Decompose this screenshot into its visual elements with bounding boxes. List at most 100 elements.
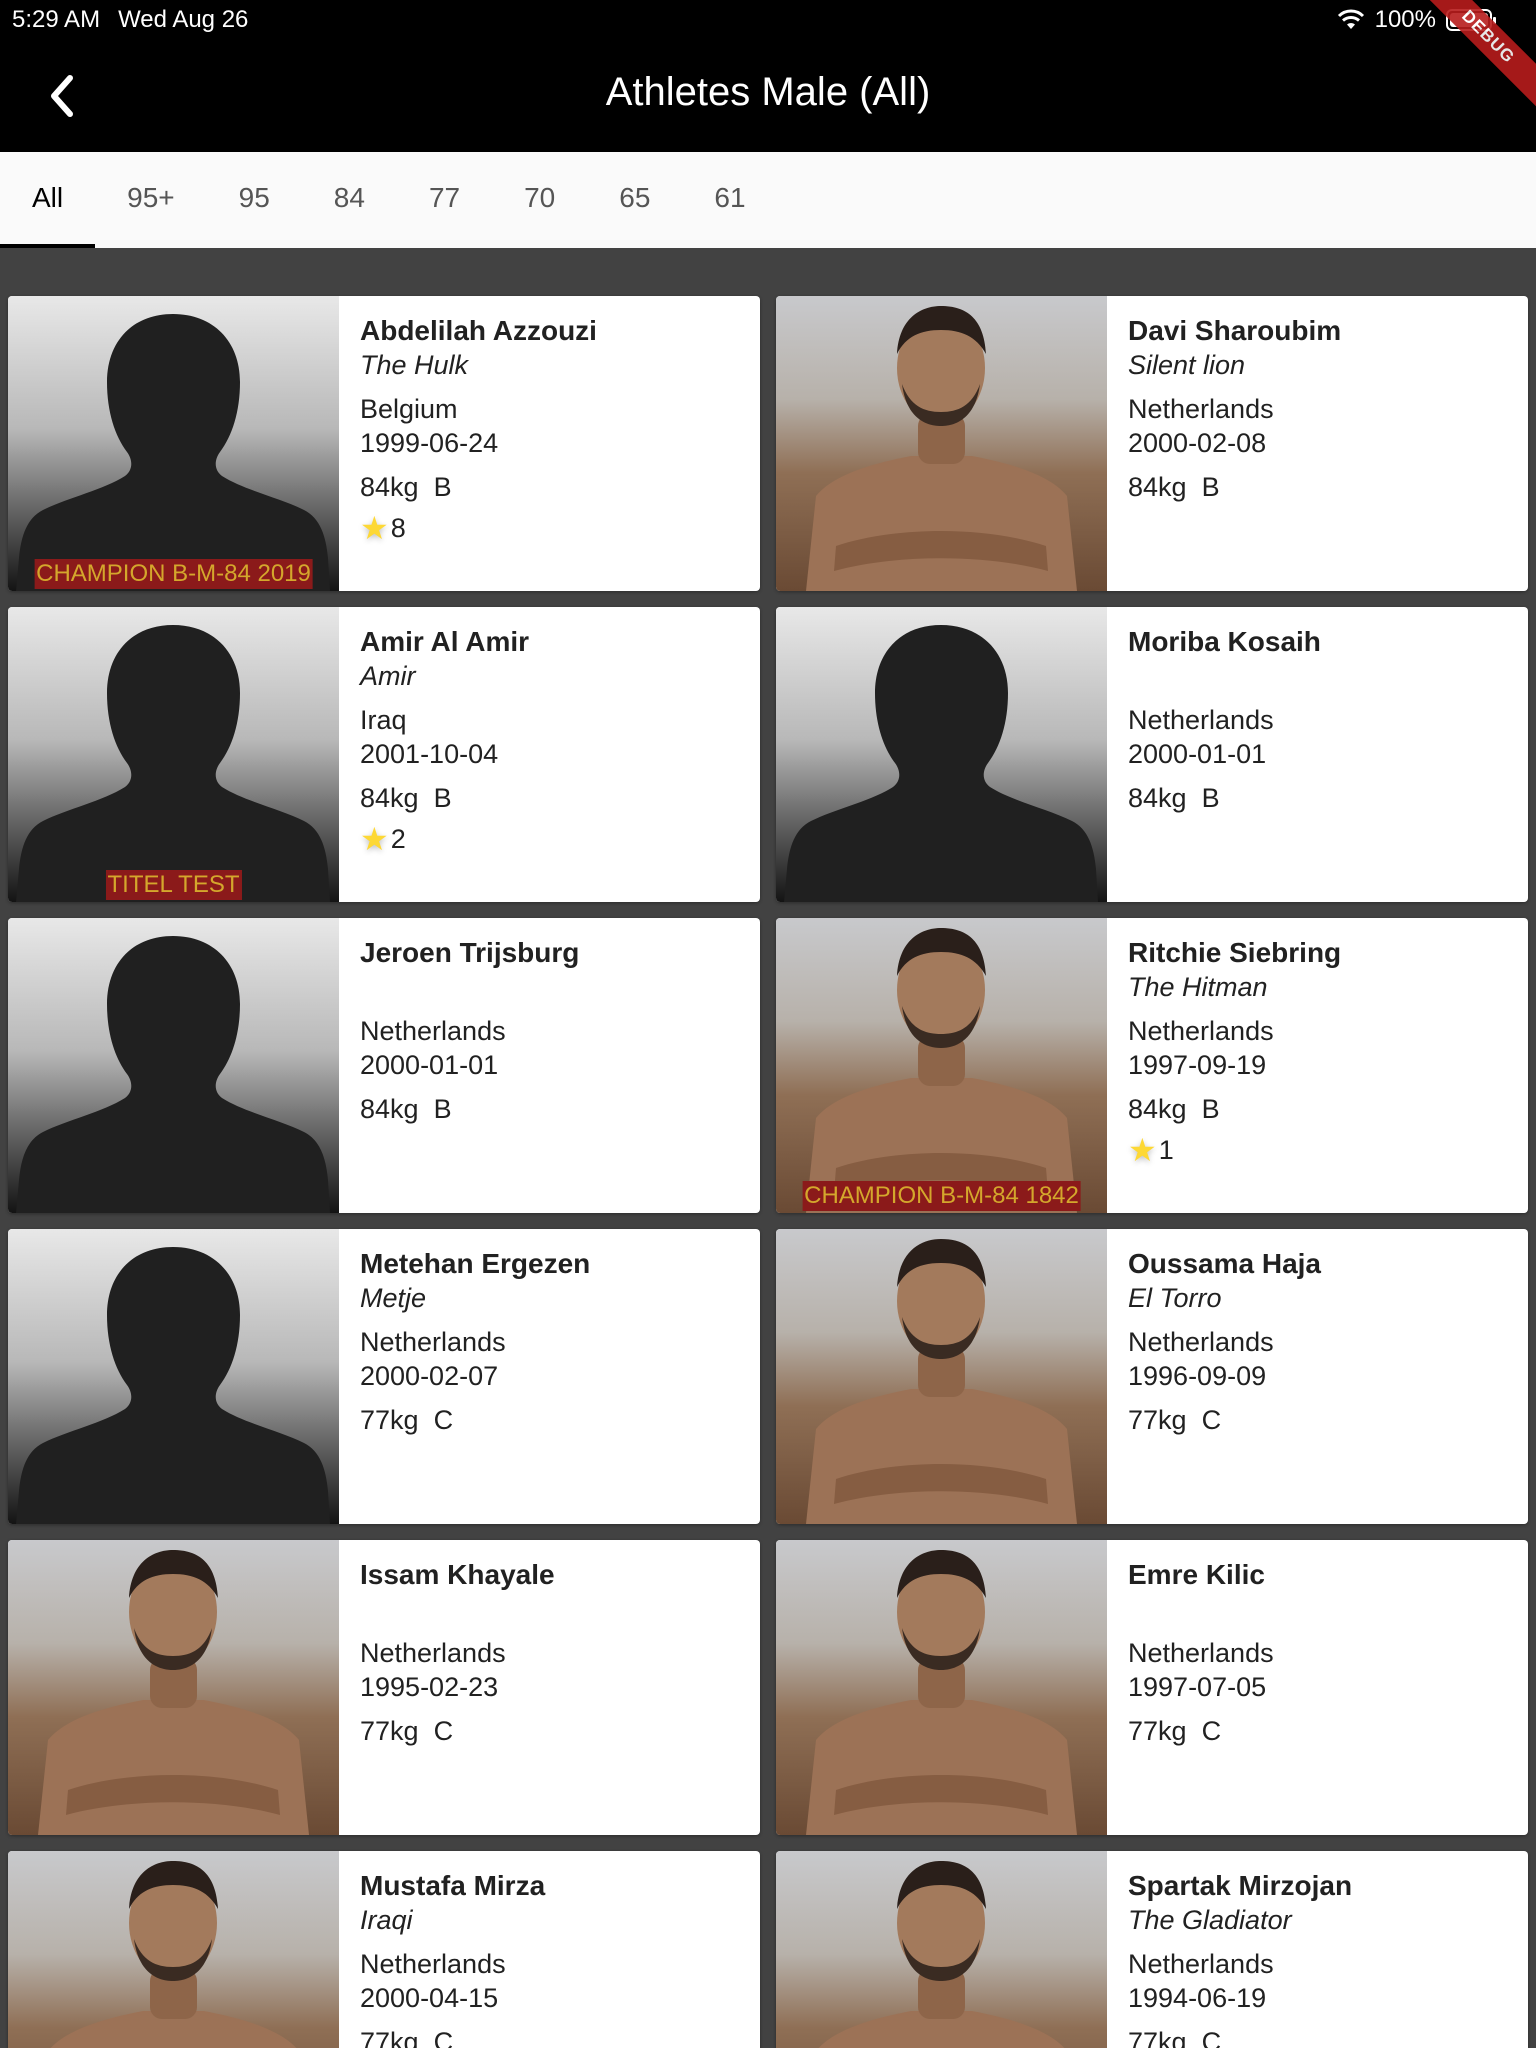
tab-77[interactable]: 77: [397, 152, 492, 248]
athlete-nickname: [360, 1592, 760, 1626]
title-badge: CHAMPION B-M-84 2019: [34, 559, 313, 589]
athlete-photo-container: [8, 1229, 339, 1524]
athlete-class: C: [433, 1716, 454, 1746]
athlete-class: C: [1201, 1716, 1222, 1746]
athlete-nickname: The Hitman: [1128, 972, 1268, 1002]
athlete-weight-class: 84kg B: [360, 470, 760, 504]
athlete-weight-class: 77kg C: [1128, 1714, 1528, 1748]
athlete-dob: 2000-02-08: [1128, 428, 1267, 458]
athlete-weight: 77kg: [360, 1716, 419, 1746]
athlete-dob: 2000-01-01: [1128, 739, 1267, 769]
athlete-weight-class: 77kg C: [1128, 1403, 1528, 1437]
athlete-info: Abdelilah Azzouzi The Hulk Belgium 1999-06-…: [339, 296, 760, 591]
tab-84[interactable]: 84: [302, 152, 397, 248]
athlete-weight-class: 77kg C: [360, 2025, 760, 2048]
athlete-photo-container: CHAMPION B-M-84 2019: [8, 296, 339, 591]
athlete-class: C: [433, 2027, 454, 2048]
athlete-nickname: [1128, 1592, 1528, 1626]
athlete-photo-container: [776, 1229, 1107, 1524]
athlete-class: B: [433, 1094, 452, 1124]
tab-61[interactable]: 61: [682, 152, 777, 248]
athlete-info: Metehan Ergezen Metje Netherlands 2000-02-0…: [339, 1229, 760, 1524]
athlete-nickname: El Torro: [1128, 1283, 1222, 1313]
avatar-placeholder-icon: [784, 625, 1098, 902]
athlete-weight-class: 84kg B: [1128, 470, 1528, 504]
athlete-nickname: The Hulk: [360, 350, 469, 380]
athlete-card[interactable]: Spartak Mirzojan The Gladiator Netherlands…: [776, 1851, 1528, 2048]
athlete-weight-class: 77kg C: [360, 1403, 760, 1437]
tab-all[interactable]: All: [0, 152, 96, 248]
athlete-class: B: [433, 783, 452, 813]
athlete-card[interactable]: Davi Sharoubim Silent lion Netherlands 2000…: [776, 296, 1528, 591]
athlete-nickname: Iraqi: [360, 1905, 413, 1935]
athlete-country: Netherlands: [360, 1327, 506, 1357]
athlete-country: Netherlands: [1128, 1016, 1274, 1046]
athlete-dob: 2000-01-01: [360, 1050, 499, 1080]
athlete-grid: CHAMPION B-M-84 2019 Abdelilah Azzouzi The…: [8, 296, 1528, 2048]
athlete-class: B: [1201, 783, 1220, 813]
athlete-card[interactable]: Mustafa Mirza Iraqi Netherlands 2000-04-15 7…: [8, 1851, 760, 2048]
athlete-info: Issam Khayale Netherlands 1995-02-23 77kg C: [339, 1540, 760, 1835]
tab-95[interactable]: 95: [207, 152, 302, 248]
tab-70[interactable]: 70: [492, 152, 587, 248]
athlete-weight: 77kg: [360, 1405, 419, 1435]
athlete-class: B: [433, 472, 452, 502]
athlete-info: Oussama Haja El Torro Netherlands 1996-09-0…: [1107, 1229, 1528, 1524]
athlete-photo-container: [776, 1851, 1107, 2048]
athlete-info: Mustafa Mirza Iraqi Netherlands 2000-04-15 7…: [339, 1851, 760, 2048]
athlete-photo: [806, 306, 1077, 591]
athlete-weight-class: 77kg C: [360, 1714, 760, 1748]
athlete-name: Jeroen Trijsburg: [360, 937, 580, 968]
athlete-info: Spartak Mirzojan The Gladiator Netherlands…: [1107, 1851, 1528, 2048]
athlete-card[interactable]: CHAMPION B-M-84 1842 Ritchie Siebring The …: [776, 918, 1528, 1213]
page-title: Athletes Male (All): [605, 70, 931, 114]
athlete-weight: 77kg: [1128, 2027, 1187, 2048]
app-bar: Athletes Male (All): [0, 40, 1536, 152]
athlete-photo-container: [8, 918, 339, 1213]
athlete-info: Emre Kilic Netherlands 1997-07-05 77kg C: [1107, 1540, 1528, 1835]
athlete-info: Jeroen Trijsburg Netherlands 2000-01-01 84k…: [339, 918, 760, 1213]
star-count: ★ 2: [360, 822, 760, 856]
star-icon: ★: [360, 510, 389, 546]
star-count-value: 2: [390, 824, 406, 854]
athlete-weight: 84kg: [360, 1094, 419, 1124]
athlete-card[interactable]: Emre Kilic Netherlands 1997-07-05 77kg C: [776, 1540, 1528, 1835]
athlete-weight: 84kg: [1128, 472, 1187, 502]
athlete-nickname: [1128, 659, 1528, 693]
athlete-name: Abdelilah Azzouzi: [360, 315, 597, 346]
title-badge: TITEL TEST: [105, 870, 242, 900]
athlete-card[interactable]: Issam Khayale Netherlands 1995-02-23 77kg C: [8, 1540, 760, 1835]
athlete-weight: 77kg: [1128, 1405, 1187, 1435]
athlete-card[interactable]: Oussama Haja El Torro Netherlands 1996-09-0…: [776, 1229, 1528, 1524]
tab-65[interactable]: 65: [587, 152, 682, 248]
avatar-placeholder-icon: [16, 936, 330, 1213]
athlete-dob: 2000-04-15: [360, 1983, 499, 2013]
athlete-country: Belgium: [360, 394, 458, 424]
athlete-dob: 1997-07-05: [1128, 1672, 1267, 1702]
athlete-weight: 84kg: [1128, 783, 1187, 813]
athlete-photo: [806, 1239, 1077, 1524]
status-date: Wed Aug 26: [118, 6, 249, 33]
athlete-photo-container: [8, 1851, 339, 2048]
athlete-card[interactable]: Jeroen Trijsburg Netherlands 2000-01-01 84k…: [8, 918, 760, 1213]
star-count: ★ 1: [1128, 1132, 1528, 1168]
athlete-dob: 1997-09-19: [1128, 1050, 1267, 1080]
athlete-photo: [806, 928, 1077, 1213]
star-count-value: 8: [390, 513, 406, 543]
athlete-photo: [50, 1861, 297, 2048]
athlete-photo: [38, 1550, 309, 1835]
athlete-card[interactable]: CHAMPION B-M-84 2019 Abdelilah Azzouzi The…: [8, 296, 760, 591]
athlete-photo-container: [8, 1540, 339, 1835]
athlete-weight: 84kg: [1128, 1094, 1187, 1124]
athlete-card[interactable]: Moriba Kosaih Netherlands 2000-01-01 84kg B: [776, 607, 1528, 902]
star-icon: ★: [1128, 1132, 1157, 1168]
athlete-country: Iraq: [360, 705, 407, 735]
athlete-country: Netherlands: [1128, 1638, 1274, 1668]
athlete-card[interactable]: TITEL TEST Amir Al Amir Amir Iraq 2001-10-04…: [8, 607, 760, 902]
athlete-card[interactable]: Metehan Ergezen Metje Netherlands 2000-02-0…: [8, 1229, 760, 1524]
tab-95-plus[interactable]: 95+: [95, 152, 207, 248]
status-bar: 5:29 AM Wed Aug 26 100%: [0, 0, 1536, 40]
athlete-dob: 1994-06-19: [1128, 1983, 1267, 2013]
athlete-name: Emre Kilic: [1128, 1559, 1265, 1590]
athlete-weight-class: 84kg B: [360, 781, 760, 815]
